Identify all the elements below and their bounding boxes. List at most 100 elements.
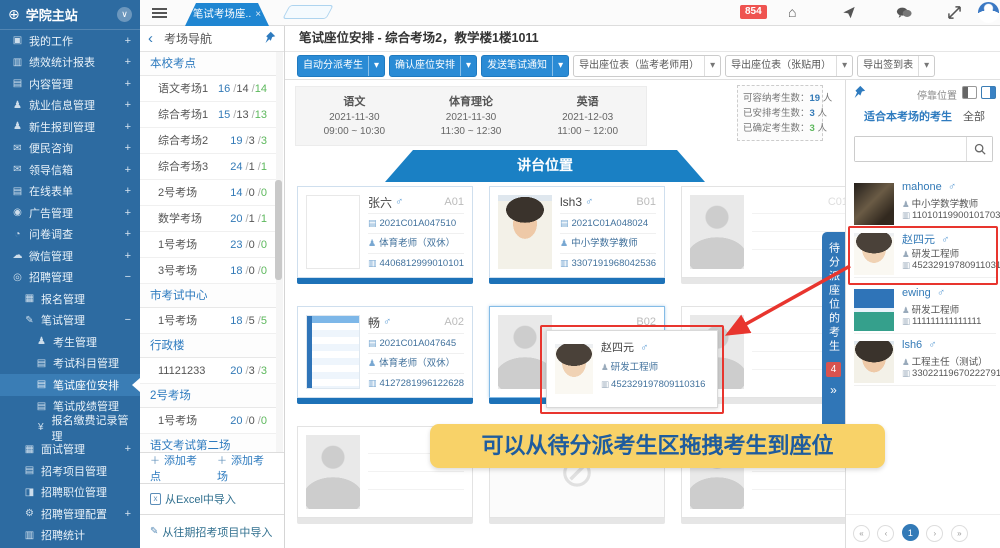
dock-right-icon[interactable] [981,86,996,99]
next-page-button[interactable]: › [926,525,943,542]
search-button[interactable] [966,137,992,161]
room-item[interactable]: 1号考场1855 [140,308,277,334]
expand-icon[interactable]: + [125,99,131,111]
site-section-room2[interactable]: 2号考场 [140,384,277,408]
collapse-minus-icon[interactable]: − [125,314,131,326]
close-tab-icon[interactable]: × [255,9,261,20]
tab-written-exam-room[interactable]: 笔试考场座..× [185,3,269,26]
room-item[interactable]: 综合考场1151313 [140,102,277,128]
export-seat-invigilator-button[interactable]: 导出座位表（监考老师用）▾ [573,55,721,77]
user-avatar[interactable] [978,2,999,23]
fullscreen-icon[interactable] [948,6,961,22]
seat-B01[interactable]: lsh3♂B01 ▤2021C01A048024 ♟中小学数学教师 ▥33071… [489,186,665,278]
page-1-button[interactable]: 1 [902,524,919,541]
confirm-seat-button[interactable]: 确认座位安排▾ [389,55,477,77]
site-section-local[interactable]: 本校考点 [140,52,277,76]
collapse-back-icon[interactable]: ‹ [148,30,164,47]
expand-icon[interactable]: + [125,142,131,154]
sidebar-header[interactable]: ⊕ 学院主站 ∨ [0,0,140,30]
home-icon[interactable]: ⌂ [788,4,796,20]
sidebar-item-performance-report[interactable]: ▥绩效统计报表+ [0,52,140,74]
expand-icon[interactable]: + [125,164,131,176]
sidebar-item-recruitment-mgmt[interactable]: ◎招聘管理− [0,267,140,289]
room-item[interactable]: 1号考场2000 [140,408,277,434]
sidebar-item-leader-mailbox[interactable]: ✉领导信箱+ [0,159,140,181]
dropdown-caret-icon[interactable]: ▾ [836,56,852,76]
export-seat-poster-button[interactable]: 导出座位表（张贴用）▾ [725,55,853,77]
candidate-lsh6[interactable]: lsh6 ♂ ♟工程主任（测试） ▥33022119670222791X [854,338,996,386]
sidebar-item-public-consult[interactable]: ✉便民咨询+ [0,138,140,160]
auto-assign-button[interactable]: 自动分派考生▾ [297,55,385,77]
paper-plane-icon[interactable] [842,6,856,22]
room-item[interactable]: 111212332033 [140,358,277,384]
first-page-button[interactable]: « [853,525,870,542]
sidebar-item-ad-mgmt[interactable]: ◉广告管理+ [0,202,140,224]
sidebar-item-payment-record[interactable]: ¥报名缴费记录管理 [0,417,140,439]
seat-A02[interactable]: 畅♂A02 ▤2021C01A047645 ♟体育老师（双休） ▥4127281… [297,306,473,398]
expand-icon[interactable]: + [125,250,131,262]
expand-icon[interactable]: + [125,207,131,219]
expand-icon[interactable]: + [125,78,131,90]
seat-A01[interactable]: 张六♂A01 ▤2021C01A047510 ♟体育老师（双休） ▥440681… [297,186,473,278]
sidebar-item-recruit-config[interactable]: ⚙招聘管理配置+ [0,503,140,525]
collapse-chevron-icon[interactable]: » [830,383,837,397]
pin-icon[interactable] [264,30,276,48]
sidebar-item-freshman-register[interactable]: ♟新生报到管理+ [0,116,140,138]
sidebar-item-candidate-mgmt[interactable]: ♟考生管理 [0,331,140,353]
room-item[interactable]: 数学考场2011 [140,206,277,232]
pin-icon[interactable] [853,85,866,103]
expand-icon[interactable]: + [125,35,131,47]
dropdown-caret-icon[interactable]: ▾ [918,56,934,76]
import-history-button[interactable]: ✎ 从往期招考项目中导入 [140,514,284,548]
sidebar-item-wechat-mgmt[interactable]: ☁微信管理+ [0,245,140,267]
sidebar-item-my-work[interactable]: ▣我的工作+ [0,30,140,52]
drag-preview-card[interactable]: 赵四元 ♂ ♟研发工程师 ▥452329197809110316 [546,330,718,408]
room-item[interactable]: 综合考场32411 [140,154,277,180]
sidebar-item-seat-arrangement[interactable]: ▤笔试座位安排 [0,374,140,396]
room-item-current[interactable]: 综合考场21933 [140,128,277,154]
candidate-ewing[interactable]: ewing ♂ ♟研发工程师 ▥111111111111111 [854,286,996,334]
dropdown-caret-icon[interactable]: ▾ [460,56,476,76]
room-item[interactable]: 语文考场1161414 [140,76,277,102]
room-item[interactable]: 3号考场1800 [140,258,277,284]
sidebar-item-recruit-project[interactable]: ▤招考项目管理 [0,460,140,482]
last-page-button[interactable]: » [951,525,968,542]
expand-icon[interactable]: + [125,121,131,133]
dropdown-caret-icon[interactable]: ▾ [368,56,384,76]
sidebar-item-exam-subject-mgmt[interactable]: ▤考试科目管理 [0,353,140,375]
site-section-admin-building[interactable]: 行政楼 [140,334,277,358]
chat-icon[interactable] [896,6,912,22]
candidate-zhaosiyuan[interactable]: 赵四元 ♂ ♟研发工程师 ▥452329197809110316 [854,230,996,278]
nav-scrollbar-thumb[interactable] [275,180,282,280]
site-section-city-center[interactable]: 市考试中心 [140,284,277,308]
collapse-chevron-icon[interactable]: ∨ [117,7,132,22]
menu-hamburger-icon[interactable] [152,8,167,10]
dropdown-caret-icon[interactable]: ▾ [704,56,720,76]
waiting-candidates-tab[interactable]: 待分派座位的考生 4 » [822,232,845,438]
add-room-button[interactable]: ＋添加考场 [217,452,274,484]
import-excel-button[interactable]: x 从Excel中导入 [140,483,284,514]
sidebar-item-recruit-statistics[interactable]: ▥招聘统计 [0,525,140,547]
expand-icon[interactable]: + [125,508,131,520]
add-site-button[interactable]: ＋添加考点 [150,452,207,484]
expand-icon[interactable]: + [125,443,131,455]
site-section-chinese-second[interactable]: 语文考试第二场 [140,434,277,452]
candidate-mahone[interactable]: mahone ♂ ♟中小学数学教师 ▥110101199001017030 [854,180,996,228]
room-item[interactable]: 1号考场2300 [140,232,277,258]
prev-page-button[interactable]: ‹ [877,525,894,542]
dropdown-caret-icon[interactable]: ▾ [552,56,568,76]
dock-left-icon[interactable] [962,86,977,99]
notification-badge[interactable]: 854 [740,5,767,19]
sidebar-item-online-form[interactable]: ▤在线表单+ [0,181,140,203]
expand-icon[interactable]: + [125,185,131,197]
sidebar-item-written-exam-mgmt[interactable]: ✎笔试管理− [0,310,140,332]
export-signin-button[interactable]: 导出签到表▾ [857,55,935,77]
expand-icon[interactable]: + [125,228,131,240]
send-notice-button[interactable]: 发送笔试通知▾ [481,55,569,77]
sidebar-item-employment-info[interactable]: ♟就业信息管理+ [0,95,140,117]
sidebar-item-signup-mgmt[interactable]: ▦报名管理 [0,288,140,310]
search-input[interactable] [855,137,966,161]
nav-scrollbar[interactable] [276,52,283,452]
tab-all-candidates[interactable]: 全部 [963,108,985,124]
sidebar-item-recruit-position[interactable]: ◨招聘职位管理 [0,482,140,504]
